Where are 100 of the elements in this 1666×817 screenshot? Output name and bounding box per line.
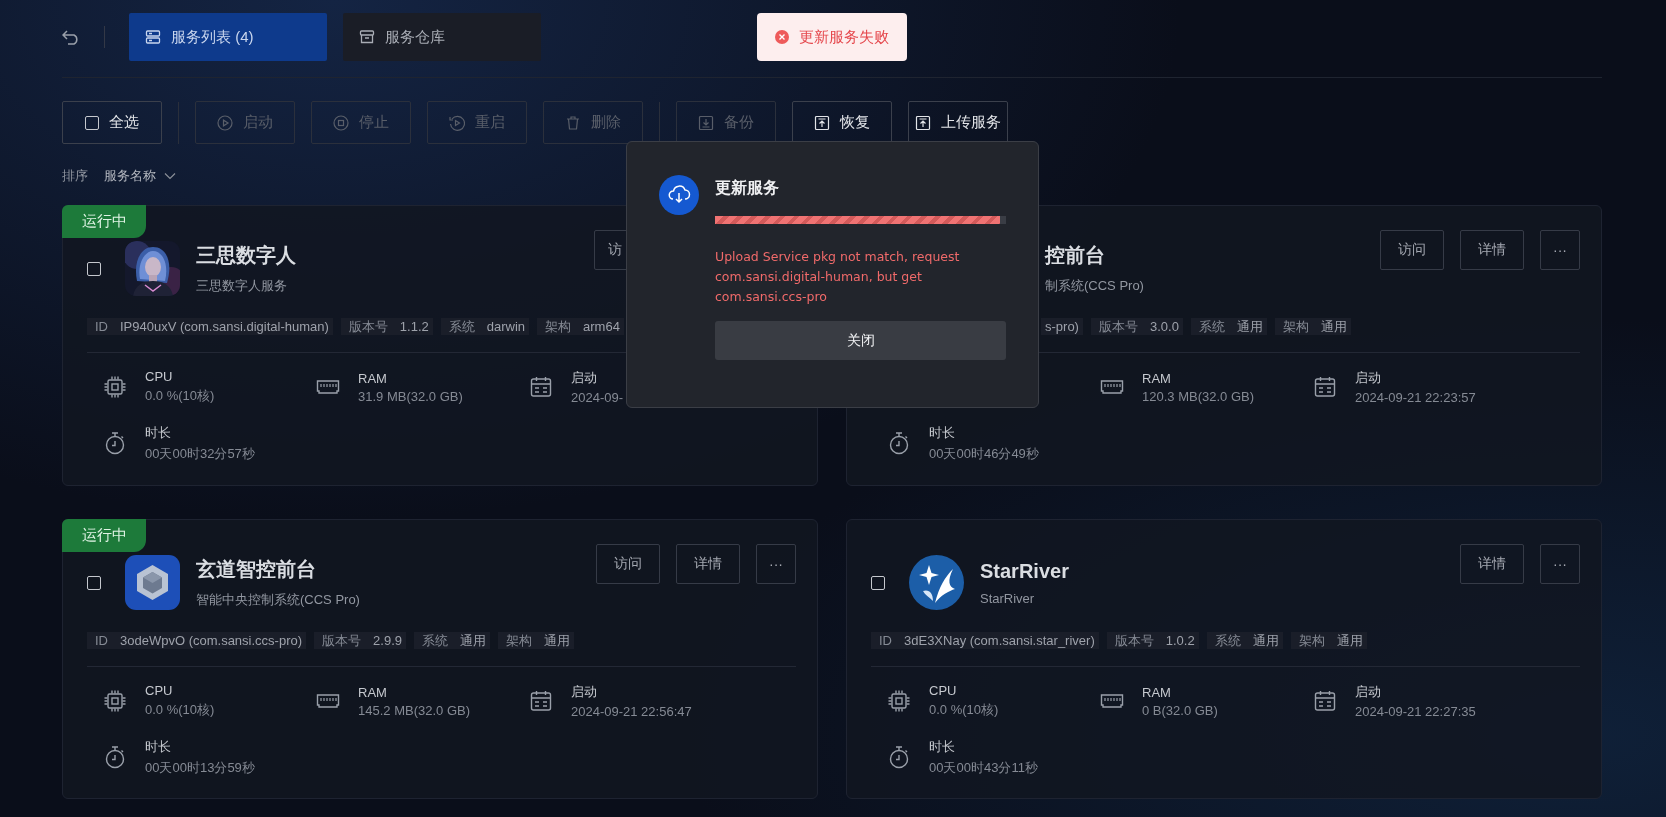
tag-label: 架构 — [544, 317, 573, 336]
tag-value: 通用 — [544, 631, 570, 650]
stopwatch-icon — [887, 431, 911, 455]
tag-label: 系统 — [421, 631, 449, 650]
caret-icon — [164, 172, 176, 180]
stat-label: 启动 — [1355, 369, 1382, 387]
tag-label: 版本号 — [1113, 631, 1155, 650]
tag-label: ID — [94, 633, 109, 648]
stat-value: 2024-09-21 22:27:35 — [1355, 704, 1476, 719]
stat-label: 时长 — [929, 737, 956, 756]
tag-value: 3dE3XNay (com.sansi.star_river) — [904, 633, 1095, 648]
stat-value: 145.2 MB(32.0 GB) — [358, 702, 470, 718]
card-action-button[interactable]: ··· — [756, 544, 796, 584]
stat-label: RAM — [358, 370, 388, 386]
checkbox[interactable] — [85, 115, 99, 130]
stop-icon — [333, 114, 349, 131]
checkbox[interactable] — [87, 261, 101, 276]
tag-value: 通用 — [1252, 631, 1279, 650]
stat-value: 2024-09-21 22:56:47 — [571, 704, 692, 719]
tag-value: 通用 — [1336, 631, 1363, 650]
upload-icon — [915, 114, 931, 131]
hexagon-logo-icon — [125, 555, 180, 610]
service-name: 控前台 — [1045, 243, 1106, 268]
stat-label: 时长 — [145, 737, 172, 756]
select-all-button[interactable]: 全选 — [62, 101, 162, 144]
card-action-button[interactable]: 详情 — [676, 544, 740, 584]
trash-icon — [565, 114, 581, 131]
box-icon — [359, 29, 375, 45]
tab[interactable]: 服务列表 (4) — [129, 13, 327, 61]
stat-label: 启动 — [571, 683, 598, 701]
stat-value: 00天00时13分59秒 — [145, 758, 255, 777]
card-action-button[interactable]: 访问 — [596, 544, 660, 584]
tag-value: 1.1.2 — [399, 319, 429, 334]
stat-label: 启动 — [571, 369, 598, 387]
tag-value: 3odeWpvO (com.sansi.ccs-pro) — [120, 633, 303, 648]
tag-label: 系统 — [1213, 631, 1242, 650]
card-action-button[interactable]: 访问 — [1380, 230, 1444, 270]
server-icon — [145, 29, 161, 45]
stat-value: 0.0 %(10核) — [145, 701, 215, 719]
dialog-title: 更新服务 — [715, 178, 780, 198]
stat-value: 120.3 MB(32.0 GB) — [1142, 388, 1254, 404]
checkbox[interactable] — [871, 575, 885, 590]
tag-value: 通用 — [1236, 317, 1263, 336]
stat-value: 0.0 %(10核) — [929, 701, 999, 719]
checkbox[interactable] — [87, 575, 101, 590]
upload-icon — [814, 114, 830, 131]
tab[interactable]: 服务仓库 — [343, 13, 541, 61]
stat-label: RAM — [1142, 370, 1172, 386]
service-description: 智能中央控制系统(CCS Pro) — [196, 591, 360, 609]
stat-value: 2024-09- — [571, 390, 624, 405]
stopwatch-icon — [103, 745, 127, 769]
sort-dropdown[interactable]: 服务名称 — [104, 167, 176, 185]
tag-value: darwin — [486, 319, 526, 334]
card-action-button[interactable]: 详情 — [1460, 544, 1524, 584]
chip-icon — [103, 375, 127, 399]
stat-label: 启动 — [1355, 683, 1382, 701]
toast-message: 更新服务失败 — [799, 27, 889, 47]
stat-label: RAM — [1142, 684, 1172, 700]
service-description: 制系统(CCS Pro) — [1045, 277, 1144, 295]
stat-value: 2024-09-21 22:23:57 — [1355, 390, 1476, 405]
download-icon — [698, 114, 714, 131]
calendar-icon — [529, 689, 553, 713]
tag-value: 2.9.9 — [373, 633, 402, 648]
star-logo-icon — [909, 555, 964, 610]
stat-label: 时长 — [145, 423, 172, 442]
service-name: StarRiver — [980, 559, 1069, 583]
tag-label: 版本号 — [1097, 317, 1139, 336]
back-icon[interactable] — [62, 29, 80, 45]
stat-label: CPU — [145, 369, 174, 384]
tag-label: 架构 — [505, 631, 533, 650]
tag-value: s-pro) — [1045, 319, 1079, 334]
chip-icon — [103, 689, 127, 713]
service-description: StarRiver — [980, 590, 1036, 606]
chip-icon — [887, 689, 911, 713]
tag-label: ID — [878, 633, 893, 648]
cloud-download-icon — [659, 175, 699, 215]
card-action-button[interactable]: ··· — [1540, 230, 1580, 270]
tag-label: 系统 — [447, 317, 476, 336]
service-name: 玄道智控前台 — [196, 557, 317, 582]
stat-label: 时长 — [929, 423, 956, 442]
tag-value: arm64 — [583, 319, 620, 334]
close-button[interactable]: 关闭 — [715, 321, 1006, 360]
tag-label: 架构 — [1281, 317, 1310, 336]
status-badge: 运行中 — [62, 205, 146, 238]
restart-icon — [449, 114, 465, 131]
tag-label: 系统 — [1197, 317, 1226, 336]
tag-label: 版本号 — [321, 631, 363, 650]
calendar-icon — [1313, 689, 1337, 713]
play-icon — [217, 114, 233, 131]
calendar-icon — [529, 375, 553, 399]
stat-label: CPU — [145, 683, 174, 698]
card-action-button[interactable]: 详情 — [1460, 230, 1524, 270]
error-icon — [775, 30, 789, 44]
card-action-button[interactable]: ··· — [1540, 544, 1580, 584]
tag-value: 1.0.2 — [1165, 633, 1195, 648]
stat-value: 00天00时43分11秒 — [929, 758, 1038, 777]
tag-label: 版本号 — [347, 317, 389, 336]
stat-value: 00天00时46分49秒 — [929, 444, 1039, 463]
service-name: 三思数字人 — [196, 243, 296, 268]
stat-label: CPU — [929, 683, 958, 698]
